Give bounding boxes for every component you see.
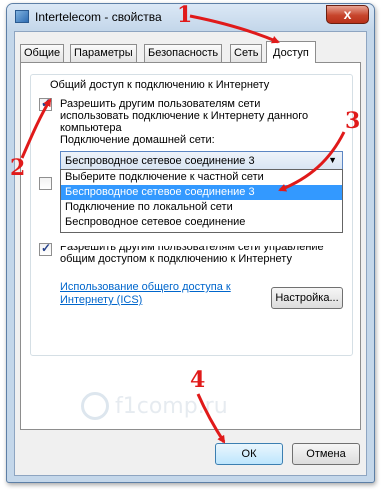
allow-sharing-label-1: Разрешить другим пользователям сети bbox=[60, 98, 261, 110]
group-title: Общий доступ к подключению к Интернету bbox=[47, 79, 273, 91]
home-network-select[interactable]: Беспроводное сетевое соединение 3 ▼ bbox=[60, 151, 343, 170]
allow-sharing-label-2: использовать подключение к Интернету дан… bbox=[60, 110, 309, 122]
annotation-number-2: 2 bbox=[10, 155, 26, 181]
dialog-body: Общие Параметры Безопасность Сеть Доступ… bbox=[14, 31, 367, 476]
dropdown-option-selected[interactable]: Беспроводное сетевое соединение 3 bbox=[61, 185, 342, 200]
allow-control-checkbox[interactable] bbox=[39, 241, 52, 256]
allow-sharing-label-3: компьютера bbox=[60, 122, 122, 134]
ics-help-link[interactable]: Использование общего доступа к Интернету… bbox=[60, 281, 250, 307]
watermark-icon bbox=[81, 392, 109, 420]
tab-sharing[interactable]: Доступ bbox=[266, 41, 316, 63]
ics-group: Общий доступ к подключению к Интернету Р… bbox=[30, 74, 353, 356]
allow-control-label-1: Разрешить другим пользователям сети упра… bbox=[60, 241, 324, 253]
home-network-label: Подключение домашней сети: bbox=[60, 134, 215, 146]
allow-control-label-2: общим доступом к подключению к Интернету bbox=[60, 253, 292, 265]
cancel-button[interactable]: Отмена bbox=[292, 443, 360, 465]
ok-button[interactable]: ОК bbox=[215, 443, 283, 465]
tab-parameters[interactable]: Параметры bbox=[70, 44, 137, 62]
properties-window: Intertelecom - свойства x Общие Параметр… bbox=[6, 3, 375, 483]
watermark-logo: f1comp.ru bbox=[81, 388, 281, 428]
annotation-number-3: 3 bbox=[345, 108, 361, 134]
tab-security[interactable]: Безопасность bbox=[144, 44, 223, 62]
hidden-checkbox[interactable] bbox=[39, 177, 52, 190]
dropdown-option[interactable]: Беспроводное сетевое соединение bbox=[61, 215, 342, 230]
allow-sharing-checkbox[interactable] bbox=[39, 96, 52, 111]
dropdown-option[interactable]: Выберите подключение к частной сети bbox=[61, 170, 342, 185]
chevron-down-icon[interactable]: ▼ bbox=[328, 155, 337, 165]
home-network-value: Беспроводное сетевое соединение 3 bbox=[65, 155, 255, 167]
dropdown-option[interactable]: Подключение по локальной сети bbox=[61, 200, 342, 215]
network-icon bbox=[15, 10, 29, 23]
window-title: Intertelecom - свойства bbox=[35, 10, 162, 24]
tab-network[interactable]: Сеть bbox=[230, 44, 263, 62]
settings-button[interactable]: Настройка... bbox=[271, 287, 343, 309]
home-network-dropdown: Выберите подключение к частной сети Бесп… bbox=[60, 169, 343, 233]
close-button[interactable]: x bbox=[326, 5, 369, 24]
tab-strip: Общие Параметры Безопасность Сеть Доступ bbox=[20, 41, 360, 63]
watermark-text: f1comp.ru bbox=[115, 394, 228, 419]
annotation-number-4: 4 bbox=[190, 367, 206, 393]
tab-general[interactable]: Общие bbox=[20, 44, 65, 62]
annotation-number-1: 1 bbox=[177, 2, 193, 28]
